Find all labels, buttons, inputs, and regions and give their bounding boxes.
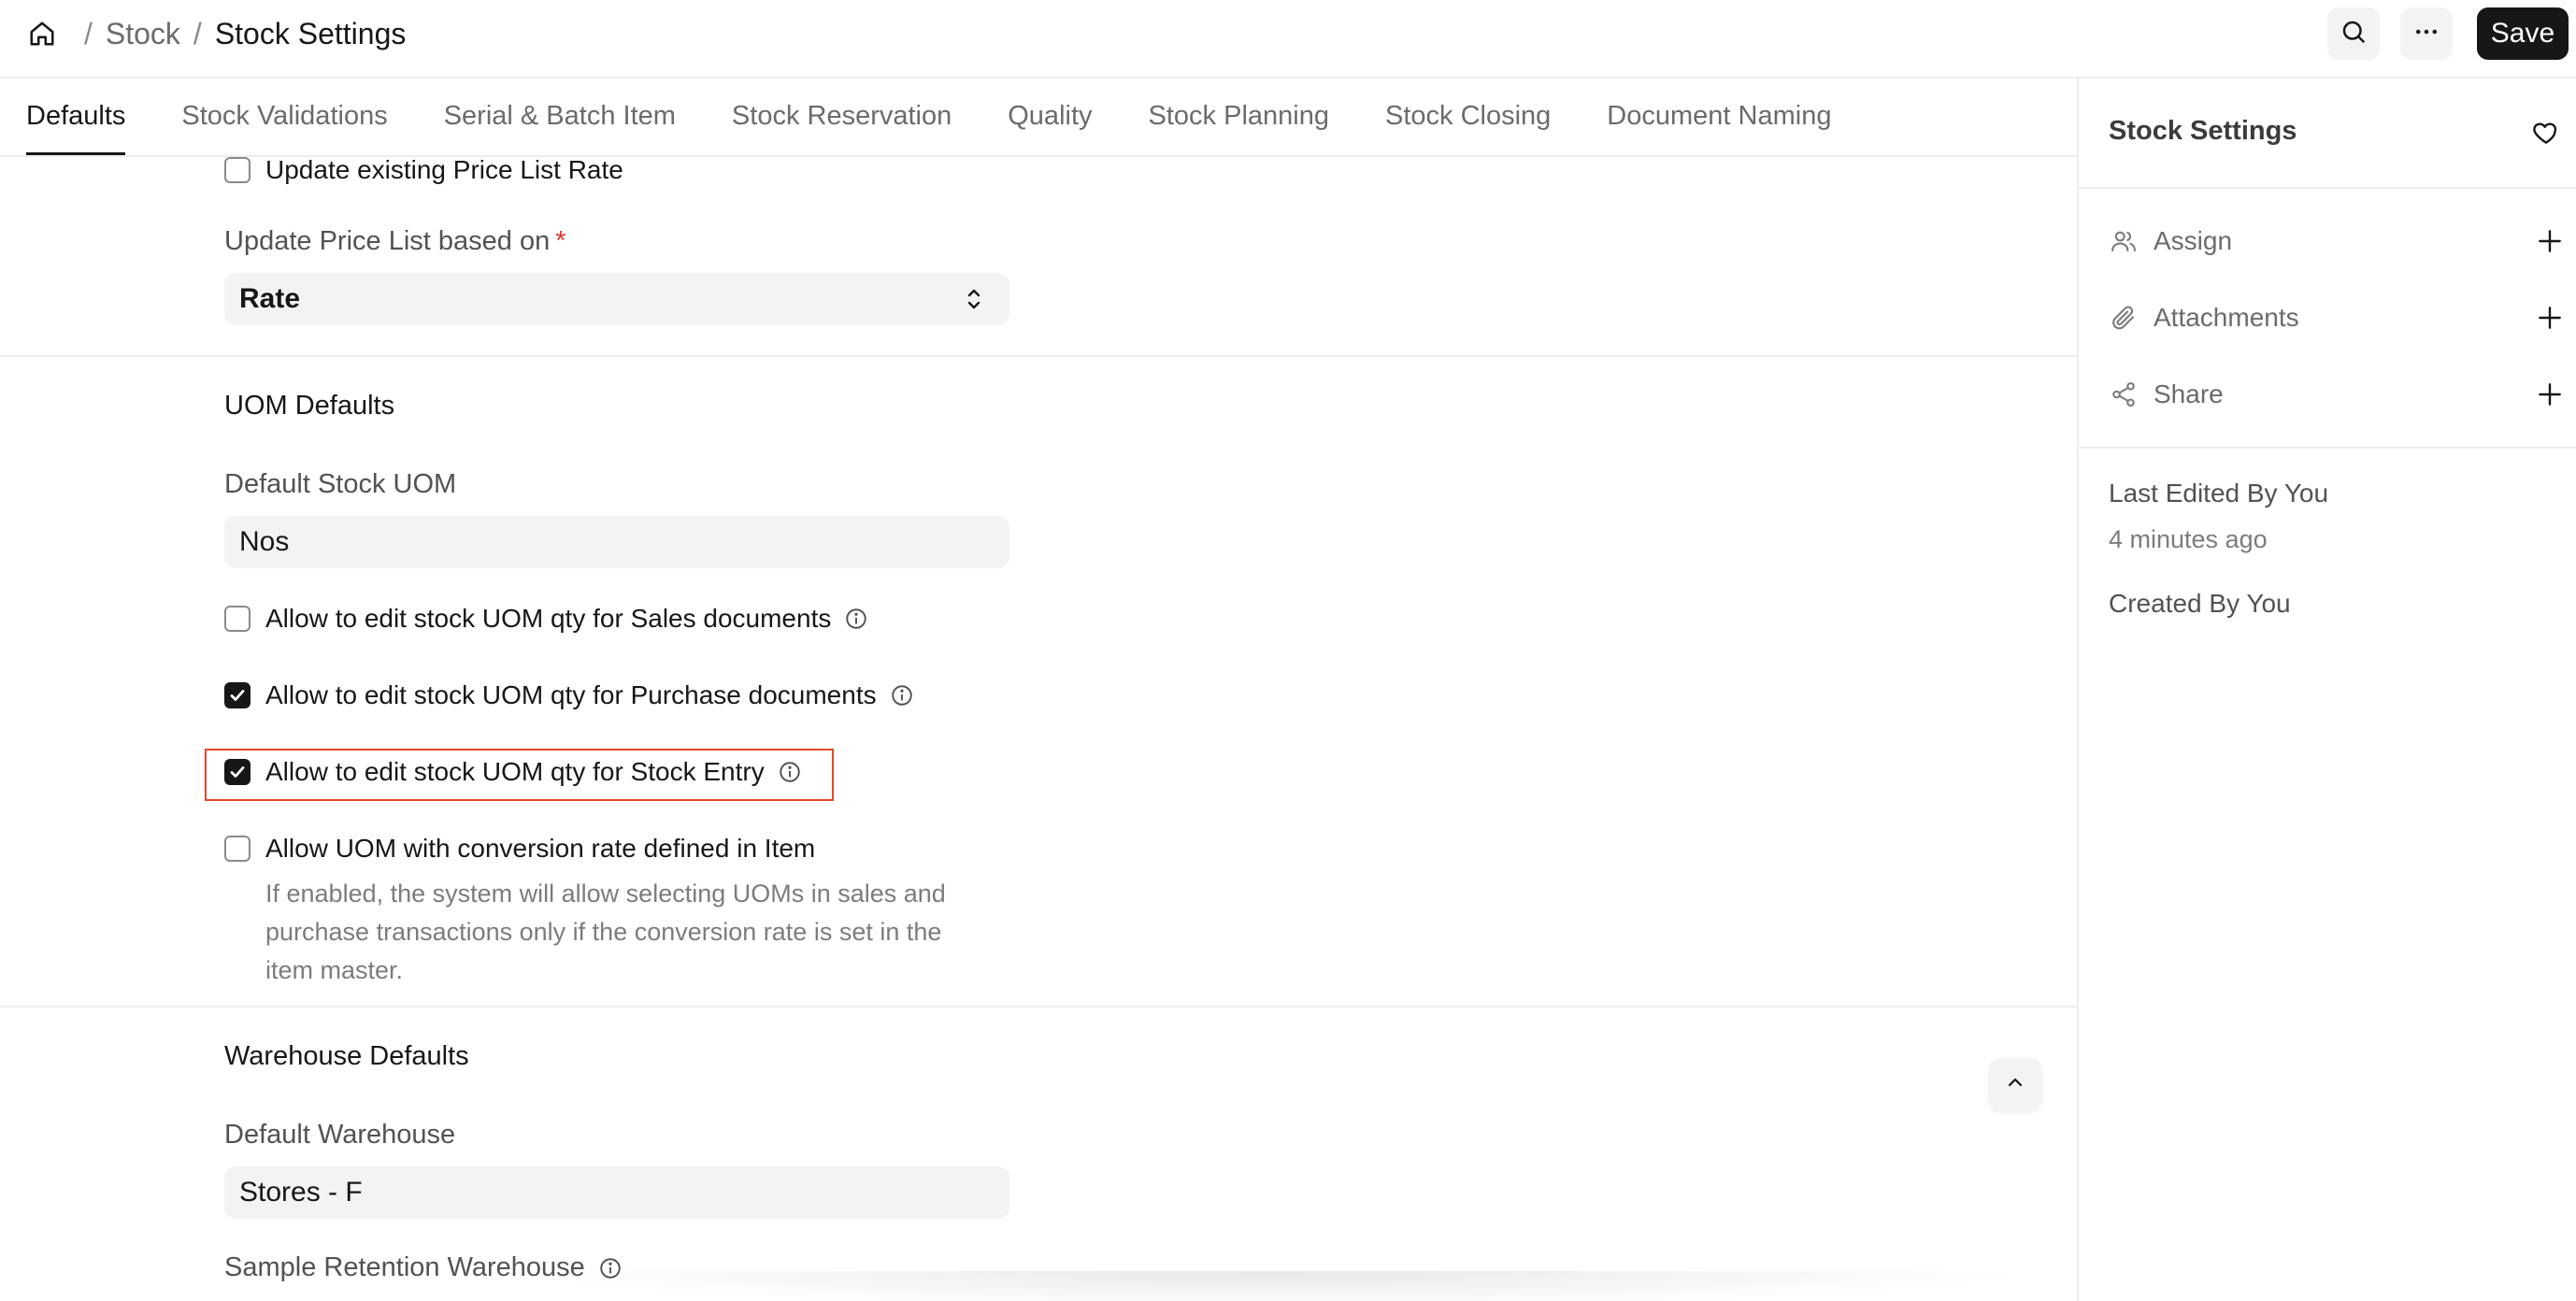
help-text-line: If enabled, the system will allow select…	[265, 879, 946, 908]
more-horizontal-icon	[2412, 18, 2440, 50]
tab-quality[interactable]: Quality	[1008, 77, 1092, 155]
more-actions-button[interactable]	[2400, 7, 2453, 60]
checkbox[interactable]	[224, 836, 250, 862]
allow-stock-entry-uom-checkbox-row[interactable]: Allow to edit stock UOM qty for Stock En…	[224, 757, 802, 787]
sidebar-item-share[interactable]: Share	[2109, 374, 2565, 415]
sidebar-item-label: Share	[2154, 379, 2224, 408]
last-edited-time: 4 minutes ago	[2109, 525, 2268, 553]
tab-stock-validations[interactable]: Stock Validations	[181, 77, 387, 155]
created-by-text: Created By You	[2109, 589, 2291, 618]
sidebar: Stock Settings Assign Attachments Share …	[2077, 79, 2576, 1301]
chevron-up-icon	[2004, 1071, 2026, 1098]
users-icon	[2109, 226, 2139, 256]
checkbox[interactable]	[224, 606, 250, 632]
chevron-up-down-icon	[965, 286, 983, 312]
default-stock-uom-input[interactable]: Nos	[224, 516, 1009, 568]
checkbox-label: Allow UOM with conversion rate defined i…	[265, 834, 816, 863]
share-icon	[2109, 379, 2139, 409]
home-icon[interactable]	[26, 18, 58, 50]
section-divider	[0, 355, 2077, 357]
allow-uom-conversion-checkbox-row[interactable]: Allow UOM with conversion rate defined i…	[224, 834, 815, 864]
paperclip-icon	[2109, 303, 2139, 333]
sidebar-divider	[2079, 447, 2576, 449]
tab-stock-planning[interactable]: Stock Planning	[1149, 77, 1329, 155]
price-list-based-on-select[interactable]: Rate	[224, 273, 1009, 325]
required-mark: *	[555, 226, 566, 256]
info-icon[interactable]	[844, 607, 868, 631]
select-value: Rate	[239, 283, 301, 314]
bottom-shadow	[505, 1271, 2038, 1301]
info-icon[interactable]	[890, 683, 914, 708]
help-text-line: item master.	[265, 956, 404, 984]
sidebar-item-label: Assign	[2154, 226, 2233, 255]
plus-icon[interactable]	[2535, 226, 2565, 256]
tab-stock-reservation[interactable]: Stock Reservation	[732, 77, 952, 155]
breadcrumb-separator: /	[193, 16, 202, 50]
sidebar-item-attachments[interactable]: Attachments	[2109, 297, 2565, 338]
help-text: If enabled, the system will allow select…	[265, 875, 1032, 990]
plus-icon[interactable]	[2535, 303, 2565, 333]
tab-defaults[interactable]: Defaults	[26, 77, 126, 155]
tab-document-naming[interactable]: Document Naming	[1607, 77, 1831, 155]
checkbox-label: Allow to edit stock UOM qty for Purchase…	[265, 680, 877, 709]
plus-icon[interactable]	[2535, 379, 2565, 409]
tab-bar: Defaults Stock Validations Serial & Batc…	[0, 79, 2078, 157]
checkbox-label: Update existing Price List Rate	[265, 157, 623, 184]
top-bar: / Stock / Stock Settings Save	[0, 0, 2576, 79]
sidebar-divider	[2079, 187, 2576, 189]
breadcrumb: / Stock / Stock Settings	[26, 13, 406, 54]
help-text-line: purchase transactions only if the conver…	[265, 918, 942, 946]
last-edited-text: Last Edited By You	[2109, 479, 2329, 508]
checkbox[interactable]	[224, 759, 250, 785]
checkbox[interactable]	[224, 682, 250, 708]
breadcrumb-stock-link[interactable]: Stock	[106, 17, 180, 51]
breadcrumb-separator: /	[84, 16, 93, 50]
info-icon[interactable]	[778, 760, 802, 784]
default-warehouse-label: Default Warehouse	[224, 1120, 456, 1150]
tab-serial-batch-item[interactable]: Serial & Batch Item	[444, 77, 676, 155]
allow-sales-uom-checkbox-row[interactable]: Allow to edit stock UOM qty for Sales do…	[224, 604, 868, 634]
page-title: Stock Settings	[214, 16, 407, 50]
update-existing-price-checkbox-row[interactable]: Update existing Price List Rate	[224, 157, 623, 185]
warehouse-defaults-heading: Warehouse Defaults	[224, 1041, 469, 1071]
tab-stock-closing[interactable]: Stock Closing	[1385, 77, 1551, 155]
sidebar-item-assign[interactable]: Assign	[2109, 221, 2565, 262]
heart-icon[interactable]	[2531, 118, 2561, 148]
allow-purchase-uom-checkbox-row[interactable]: Allow to edit stock UOM qty for Purchase…	[224, 680, 914, 710]
search-icon	[2340, 18, 2368, 50]
form-body: Update existing Price List Rate Update P…	[0, 157, 2077, 1301]
checkbox-label: Allow to edit stock UOM qty for Sales do…	[265, 604, 832, 633]
default-warehouse-input[interactable]: Stores - F	[224, 1166, 1009, 1219]
scroll-to-top-button[interactable]	[1989, 1058, 2041, 1110]
checkbox-label: Allow to edit stock UOM qty for Stock En…	[265, 757, 765, 786]
checkbox[interactable]	[224, 157, 250, 183]
default-stock-uom-label: Default Stock UOM	[224, 469, 457, 499]
price-list-based-on-label: Update Price List based on	[224, 226, 551, 256]
field-label: Update Price List based on *	[224, 226, 566, 257]
uom-defaults-heading: UOM Defaults	[224, 391, 395, 421]
section-divider	[0, 1006, 2077, 1008]
save-button[interactable]: Save	[2477, 7, 2569, 60]
sidebar-item-label: Attachments	[2154, 303, 2299, 332]
sidebar-title: Stock Settings	[2109, 116, 2297, 146]
search-button[interactable]	[2327, 7, 2380, 60]
